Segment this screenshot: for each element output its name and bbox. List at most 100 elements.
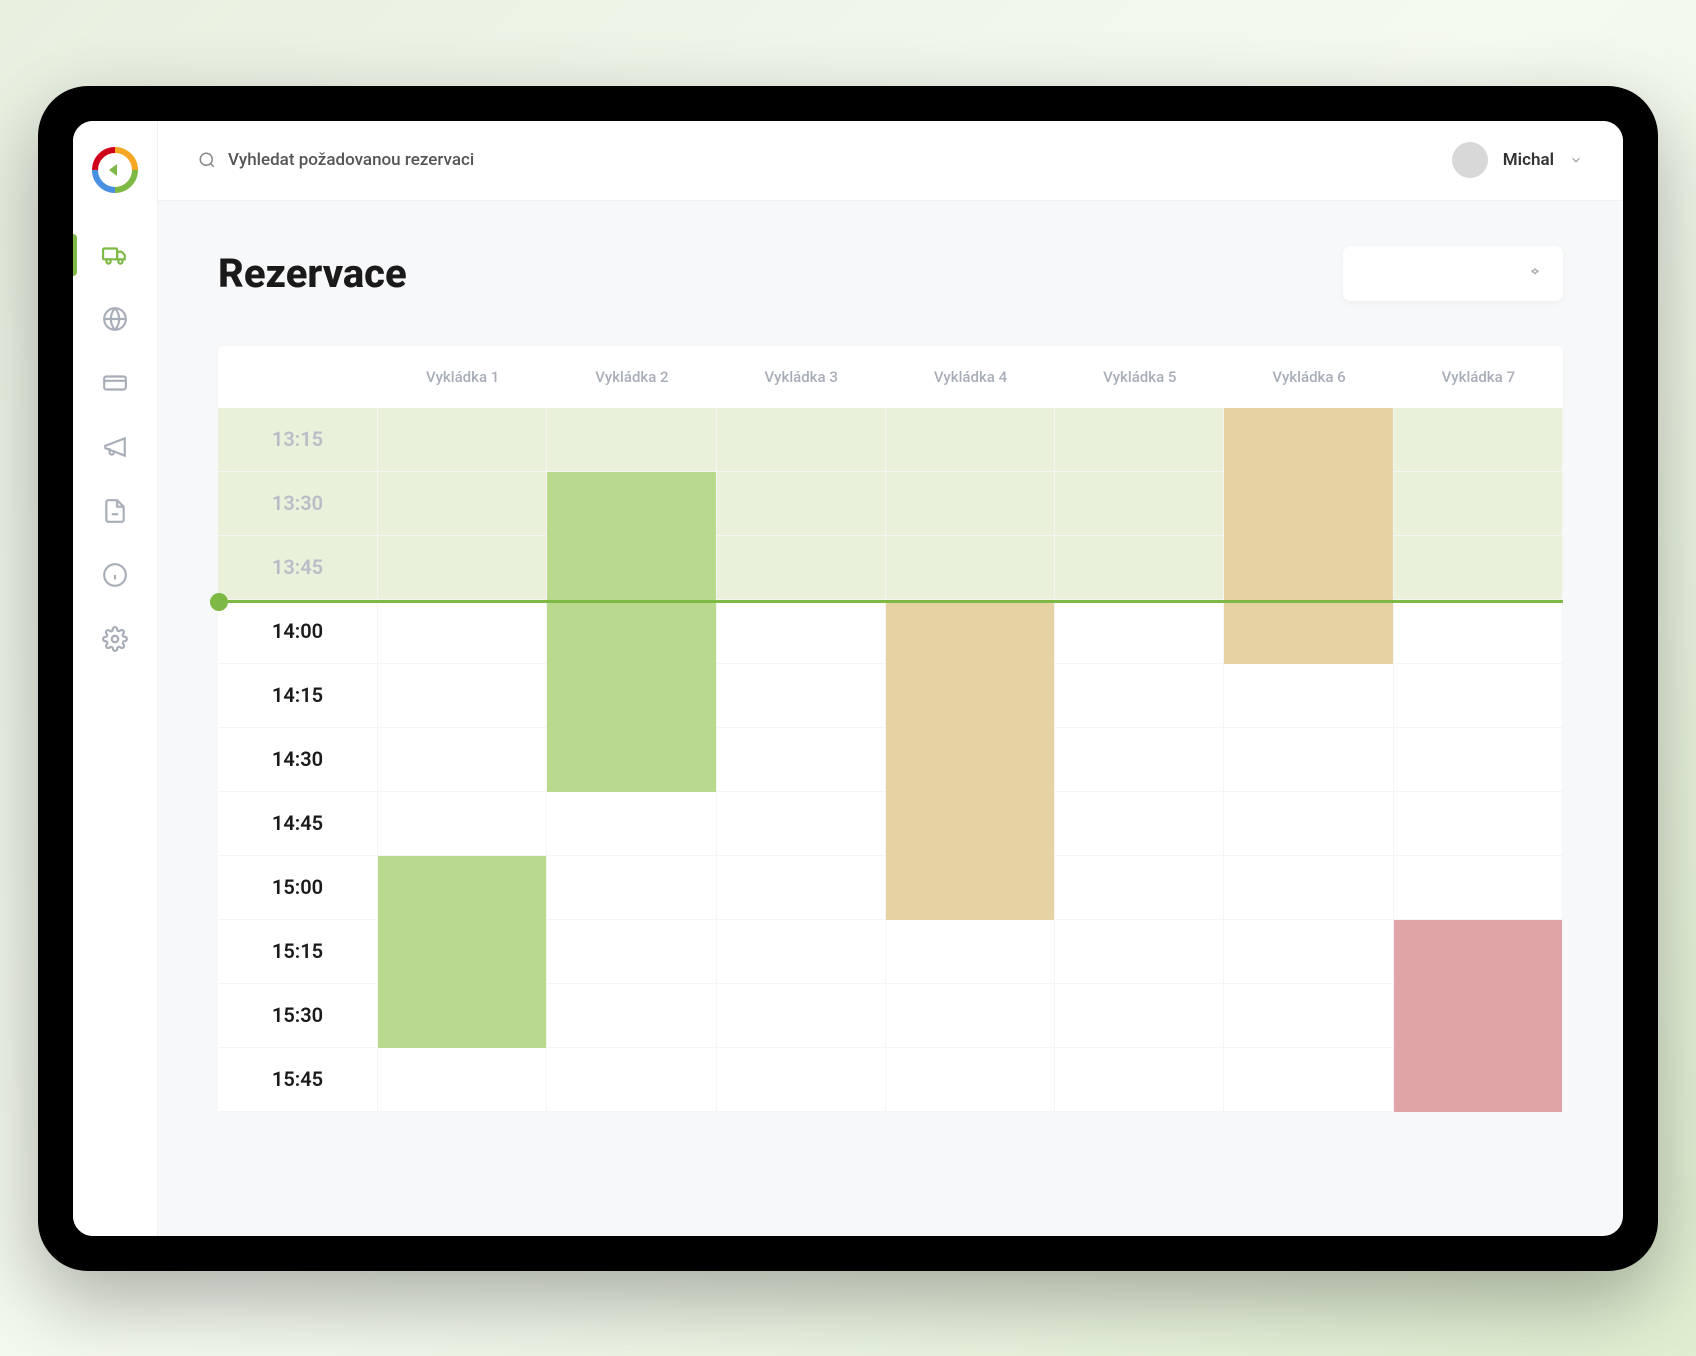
schedule-cell[interactable] (1394, 408, 1563, 471)
time-cell: 13:45 (218, 536, 378, 599)
schedule-cell[interactable] (1224, 408, 1393, 471)
schedule-cell[interactable] (1224, 856, 1393, 919)
booking-block[interactable] (378, 856, 546, 1048)
schedule-cell[interactable] (717, 856, 886, 919)
schedule-cell[interactable] (1055, 600, 1224, 663)
schedule-cell[interactable] (717, 728, 886, 791)
schedule-cell[interactable] (717, 408, 886, 471)
schedule-cell[interactable] (547, 472, 716, 535)
schedule-cell[interactable] (1224, 728, 1393, 791)
filter-dropdown[interactable] (1343, 246, 1563, 301)
booking-block[interactable] (547, 472, 715, 792)
schedule-cell[interactable] (886, 920, 1055, 983)
schedule-cell[interactable] (1224, 920, 1393, 983)
booking-block[interactable] (1394, 920, 1562, 1112)
time-cell: 15:45 (218, 1048, 378, 1111)
schedule-cell[interactable] (378, 792, 547, 855)
document-icon[interactable] (102, 498, 128, 524)
truck-icon[interactable] (102, 242, 128, 268)
schedule-cell[interactable] (1055, 856, 1224, 919)
search-box[interactable]: Vyhledat požadovanou rezervaci (198, 150, 1452, 170)
schedule-cell[interactable] (717, 792, 886, 855)
schedule-cell[interactable] (717, 600, 886, 663)
schedule-cell[interactable] (1394, 856, 1563, 919)
schedule-body: 13:1513:3013:4514:0014:1514:3014:4515:00… (218, 408, 1563, 1112)
time-cell: 13:15 (218, 408, 378, 471)
booking-block[interactable] (1224, 408, 1392, 664)
schedule-cell[interactable] (886, 984, 1055, 1047)
time-cell: 15:00 (218, 856, 378, 919)
user-profile[interactable]: Michal (1452, 142, 1583, 178)
schedule-cell[interactable] (717, 664, 886, 727)
schedule-cell[interactable] (886, 1048, 1055, 1111)
schedule-cell[interactable] (378, 856, 547, 919)
schedule-cell[interactable] (1055, 536, 1224, 599)
schedule-cell[interactable] (886, 536, 1055, 599)
schedule-cell[interactable] (1055, 472, 1224, 535)
search-icon (198, 151, 216, 169)
schedule-cell[interactable] (886, 600, 1055, 663)
schedule-cell[interactable] (1055, 984, 1224, 1047)
column-header: Vykládka 2 (547, 346, 716, 408)
username: Michal (1503, 150, 1554, 170)
gear-icon[interactable] (102, 626, 128, 652)
schedule-cell[interactable] (1224, 792, 1393, 855)
schedule-cell[interactable] (547, 792, 716, 855)
schedule-cell[interactable] (1394, 664, 1563, 727)
chevron-down-icon (1569, 153, 1583, 167)
globe-icon[interactable] (102, 306, 128, 332)
column-header: Vykládka 6 (1224, 346, 1393, 408)
page-title: Rezervace (218, 250, 407, 297)
search-placeholder: Vyhledat požadovanou rezervaci (228, 150, 474, 170)
schedule-cell[interactable] (1055, 408, 1224, 471)
schedule-cell[interactable] (378, 1048, 547, 1111)
schedule-cell[interactable] (1055, 1048, 1224, 1111)
app-logo[interactable] (91, 146, 139, 194)
schedule-cell[interactable] (547, 856, 716, 919)
schedule-cell[interactable] (547, 408, 716, 471)
schedule-cell[interactable] (378, 600, 547, 663)
sidebar (73, 121, 158, 1236)
schedule-row: 15:45 (218, 1048, 1563, 1112)
schedule-cell[interactable] (1394, 728, 1563, 791)
schedule-cell[interactable] (886, 472, 1055, 535)
schedule-cell[interactable] (1394, 536, 1563, 599)
schedule-cell[interactable] (1055, 728, 1224, 791)
time-cell: 15:15 (218, 920, 378, 983)
schedule-cell[interactable] (378, 728, 547, 791)
schedule-cell[interactable] (717, 984, 886, 1047)
schedule-cell[interactable] (1394, 920, 1563, 983)
schedule-cell[interactable] (886, 408, 1055, 471)
schedule-cell[interactable] (378, 408, 547, 471)
schedule-cell[interactable] (378, 472, 547, 535)
info-icon[interactable] (102, 562, 128, 588)
schedule-cell[interactable] (378, 536, 547, 599)
megaphone-icon[interactable] (102, 434, 128, 460)
schedule-cell[interactable] (1394, 600, 1563, 663)
schedule-cell[interactable] (1055, 664, 1224, 727)
content-area: Rezervace Vykládka 1 Vykládka 2 Vykládka… (158, 201, 1623, 1236)
top-bar: Vyhledat požadovanou rezervaci Michal (158, 121, 1623, 201)
sort-icon (1527, 265, 1543, 281)
schedule-container: Vykládka 1 Vykládka 2 Vykládka 3 Vykládk… (218, 346, 1563, 1112)
schedule-cell[interactable] (547, 984, 716, 1047)
schedule-cell[interactable] (547, 920, 716, 983)
schedule-cell[interactable] (717, 472, 886, 535)
schedule-cell[interactable] (1055, 792, 1224, 855)
schedule-cell[interactable] (1055, 920, 1224, 983)
booking-block[interactable] (886, 600, 1054, 920)
card-icon[interactable] (102, 370, 128, 396)
schedule-cell[interactable] (717, 536, 886, 599)
schedule-cell[interactable] (1394, 472, 1563, 535)
schedule-cell[interactable] (1394, 792, 1563, 855)
column-header: Vykládka 3 (717, 346, 886, 408)
schedule-cell[interactable] (717, 1048, 886, 1111)
schedule-cell[interactable] (1224, 984, 1393, 1047)
time-cell: 14:30 (218, 728, 378, 791)
schedule-cell[interactable] (1224, 1048, 1393, 1111)
schedule-cell[interactable] (378, 664, 547, 727)
schedule-cell[interactable] (1224, 664, 1393, 727)
time-column-header (218, 346, 378, 408)
schedule-cell[interactable] (547, 1048, 716, 1111)
schedule-cell[interactable] (717, 920, 886, 983)
